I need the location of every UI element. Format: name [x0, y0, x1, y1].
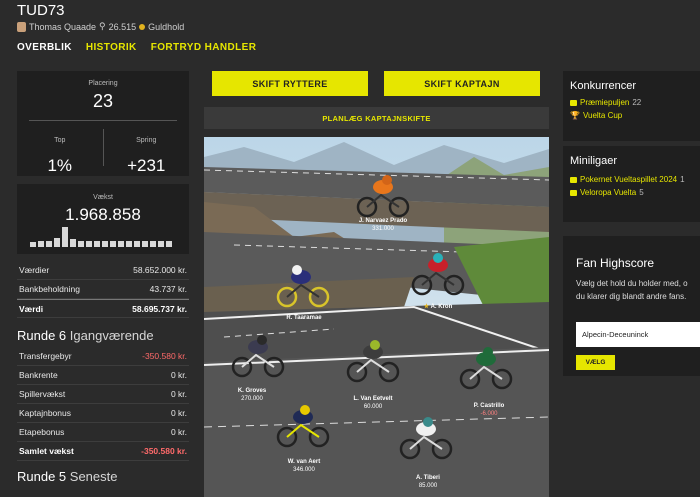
- growth-sparkline: [30, 227, 172, 247]
- nav-historik[interactable]: HISTORIK: [86, 42, 137, 53]
- round-title: Runde 5 Seneste: [17, 469, 118, 484]
- league-icon: [570, 176, 577, 183]
- main-nav: OVERBLIK HISTORIK FORTRYD HANDLER: [17, 42, 256, 53]
- riders-layer: [231, 175, 513, 460]
- manager-name: Thomas Quaade: [29, 21, 97, 32]
- choose-button[interactable]: VÆLG: [576, 354, 615, 370]
- spring-value: +231: [127, 156, 166, 175]
- growth-card: Vækst 1.968.858: [17, 184, 189, 254]
- placering-value: 23: [92, 91, 114, 111]
- rider-label: R. Taaramae: [286, 315, 322, 321]
- league-link[interactable]: Pokernet Vueltaspillet 2024 1: [570, 175, 693, 184]
- competition-link[interactable]: Præmiepuljen 22: [570, 98, 693, 107]
- points: 26.515: [108, 21, 137, 32]
- table-row: Kaptajnbonus 0 kr.: [17, 404, 189, 423]
- value-table: Værdier 58.652.000 kr. Bankbeholdning 43…: [17, 261, 189, 318]
- team-scene: J. Narvaez Prado 331.000 R. Taaramae ★ A.…: [203, 137, 550, 497]
- rider-tiberi[interactable]: [399, 417, 453, 460]
- rider-castrillo[interactable]: [459, 347, 513, 390]
- vaekst-value: 1.968.858: [65, 205, 141, 224]
- table-row: Værdi 58.695.737 kr.: [17, 299, 189, 318]
- fan-description: Vælg det hold du holder med, o du klarer…: [576, 279, 688, 301]
- table-row: Bankbeholdning 43.737 kr.: [17, 280, 189, 299]
- fan-title: Fan Highscore: [576, 256, 655, 270]
- league-dot-icon: [139, 23, 146, 30]
- team-select[interactable]: Alpecin-Deceuninck: [576, 321, 700, 347]
- league-link[interactable]: Veloropa Vuelta 5: [570, 188, 693, 197]
- round-title: Runde 6 Igangværende: [17, 328, 154, 343]
- team-meta: Thomas Quaade ⚲ 26.515 Guldhold: [17, 21, 184, 32]
- rider-label: P. Castrillo -6.000: [473, 403, 505, 417]
- skift-kaptajn-button[interactable]: SKIFT KAPTAJN: [384, 71, 540, 96]
- left-column: Placering 23 Top 1% Spring +231 Vækst 1.…: [17, 71, 189, 488]
- competition-link[interactable]: 🏆 Vuelta Cup: [570, 111, 693, 120]
- rider-label: L. Van Eetvelt 60.000: [353, 396, 393, 410]
- rank-card: Placering 23 Top 1% Spring +231: [17, 71, 189, 176]
- rider-narvaez[interactable]: [356, 175, 410, 218]
- konkurrencer-title: Konkurrencer: [570, 80, 637, 92]
- rider-label: J. Narvaez Prado 331.000: [358, 218, 408, 232]
- skift-ryttere-button[interactable]: SKIFT RYTTERE: [212, 71, 368, 96]
- nav-overblik[interactable]: OVERBLIK: [17, 42, 72, 53]
- team-header: TUD73 Thomas Quaade ⚲ 26.515 Guldhold: [17, 2, 184, 32]
- rider-label: ★ A. Kron: [423, 304, 453, 310]
- rider-taaramae[interactable]: [276, 265, 330, 308]
- table-row: Værdier 58.652.000 kr.: [17, 261, 189, 280]
- captain-star-icon: ★: [423, 304, 430, 310]
- rider-label: W. van Aert 346.000: [287, 459, 321, 473]
- rider-van-aert[interactable]: [276, 405, 330, 448]
- vaekst-label: Vækst: [93, 194, 113, 201]
- top-label: Top: [54, 137, 66, 144]
- rider-kron[interactable]: [411, 253, 465, 296]
- table-row: Spillervækst 0 kr.: [17, 385, 189, 404]
- placering-label: Placering: [88, 80, 118, 87]
- rider-label: K. Groves 270.000: [237, 388, 267, 402]
- spring-label: Spring: [136, 137, 157, 144]
- location-pin-icon: ⚲: [99, 21, 106, 31]
- table-row: Bankrente 0 kr.: [17, 366, 189, 385]
- konkurrencer-card: Konkurrencer Præmiepuljen 22 🏆 Vuelta Cup: [563, 71, 700, 141]
- top-value: 1%: [47, 156, 73, 175]
- table-row: Transfergebyr -350.580 kr.: [17, 347, 189, 366]
- rider-van-eetvelt[interactable]: [346, 340, 400, 383]
- round-table: Transfergebyr -350.580 kr. Bankrente 0 k…: [17, 347, 189, 461]
- plan-captain-change-button[interactable]: PLANLÆG KAPTAJNSKIFTE: [204, 107, 549, 129]
- league: Guldhold: [148, 21, 185, 32]
- rider-groves[interactable]: [231, 335, 285, 378]
- miniligaer-title: Miniligaer: [570, 155, 618, 167]
- table-row: Samlet vækst -350.580 kr.: [17, 442, 189, 461]
- league-icon: [570, 189, 577, 196]
- trophy-icon: [570, 99, 577, 106]
- fan-highscore-card: Fan Highscore Vælg det hold du holder me…: [563, 236, 700, 376]
- nav-fortryd-handler[interactable]: FORTRYD HANDLER: [151, 42, 257, 53]
- avatar: [17, 21, 26, 32]
- rider-label: A. Tiberi 85.000: [416, 475, 440, 489]
- trophy-icon: 🏆: [570, 111, 580, 120]
- team-title: TUD73: [17, 2, 65, 19]
- table-row: Etapebonus 0 kr.: [17, 423, 189, 442]
- miniligaer-card: Miniligaer Pokernet Vueltaspillet 2024 1 …: [563, 146, 700, 222]
